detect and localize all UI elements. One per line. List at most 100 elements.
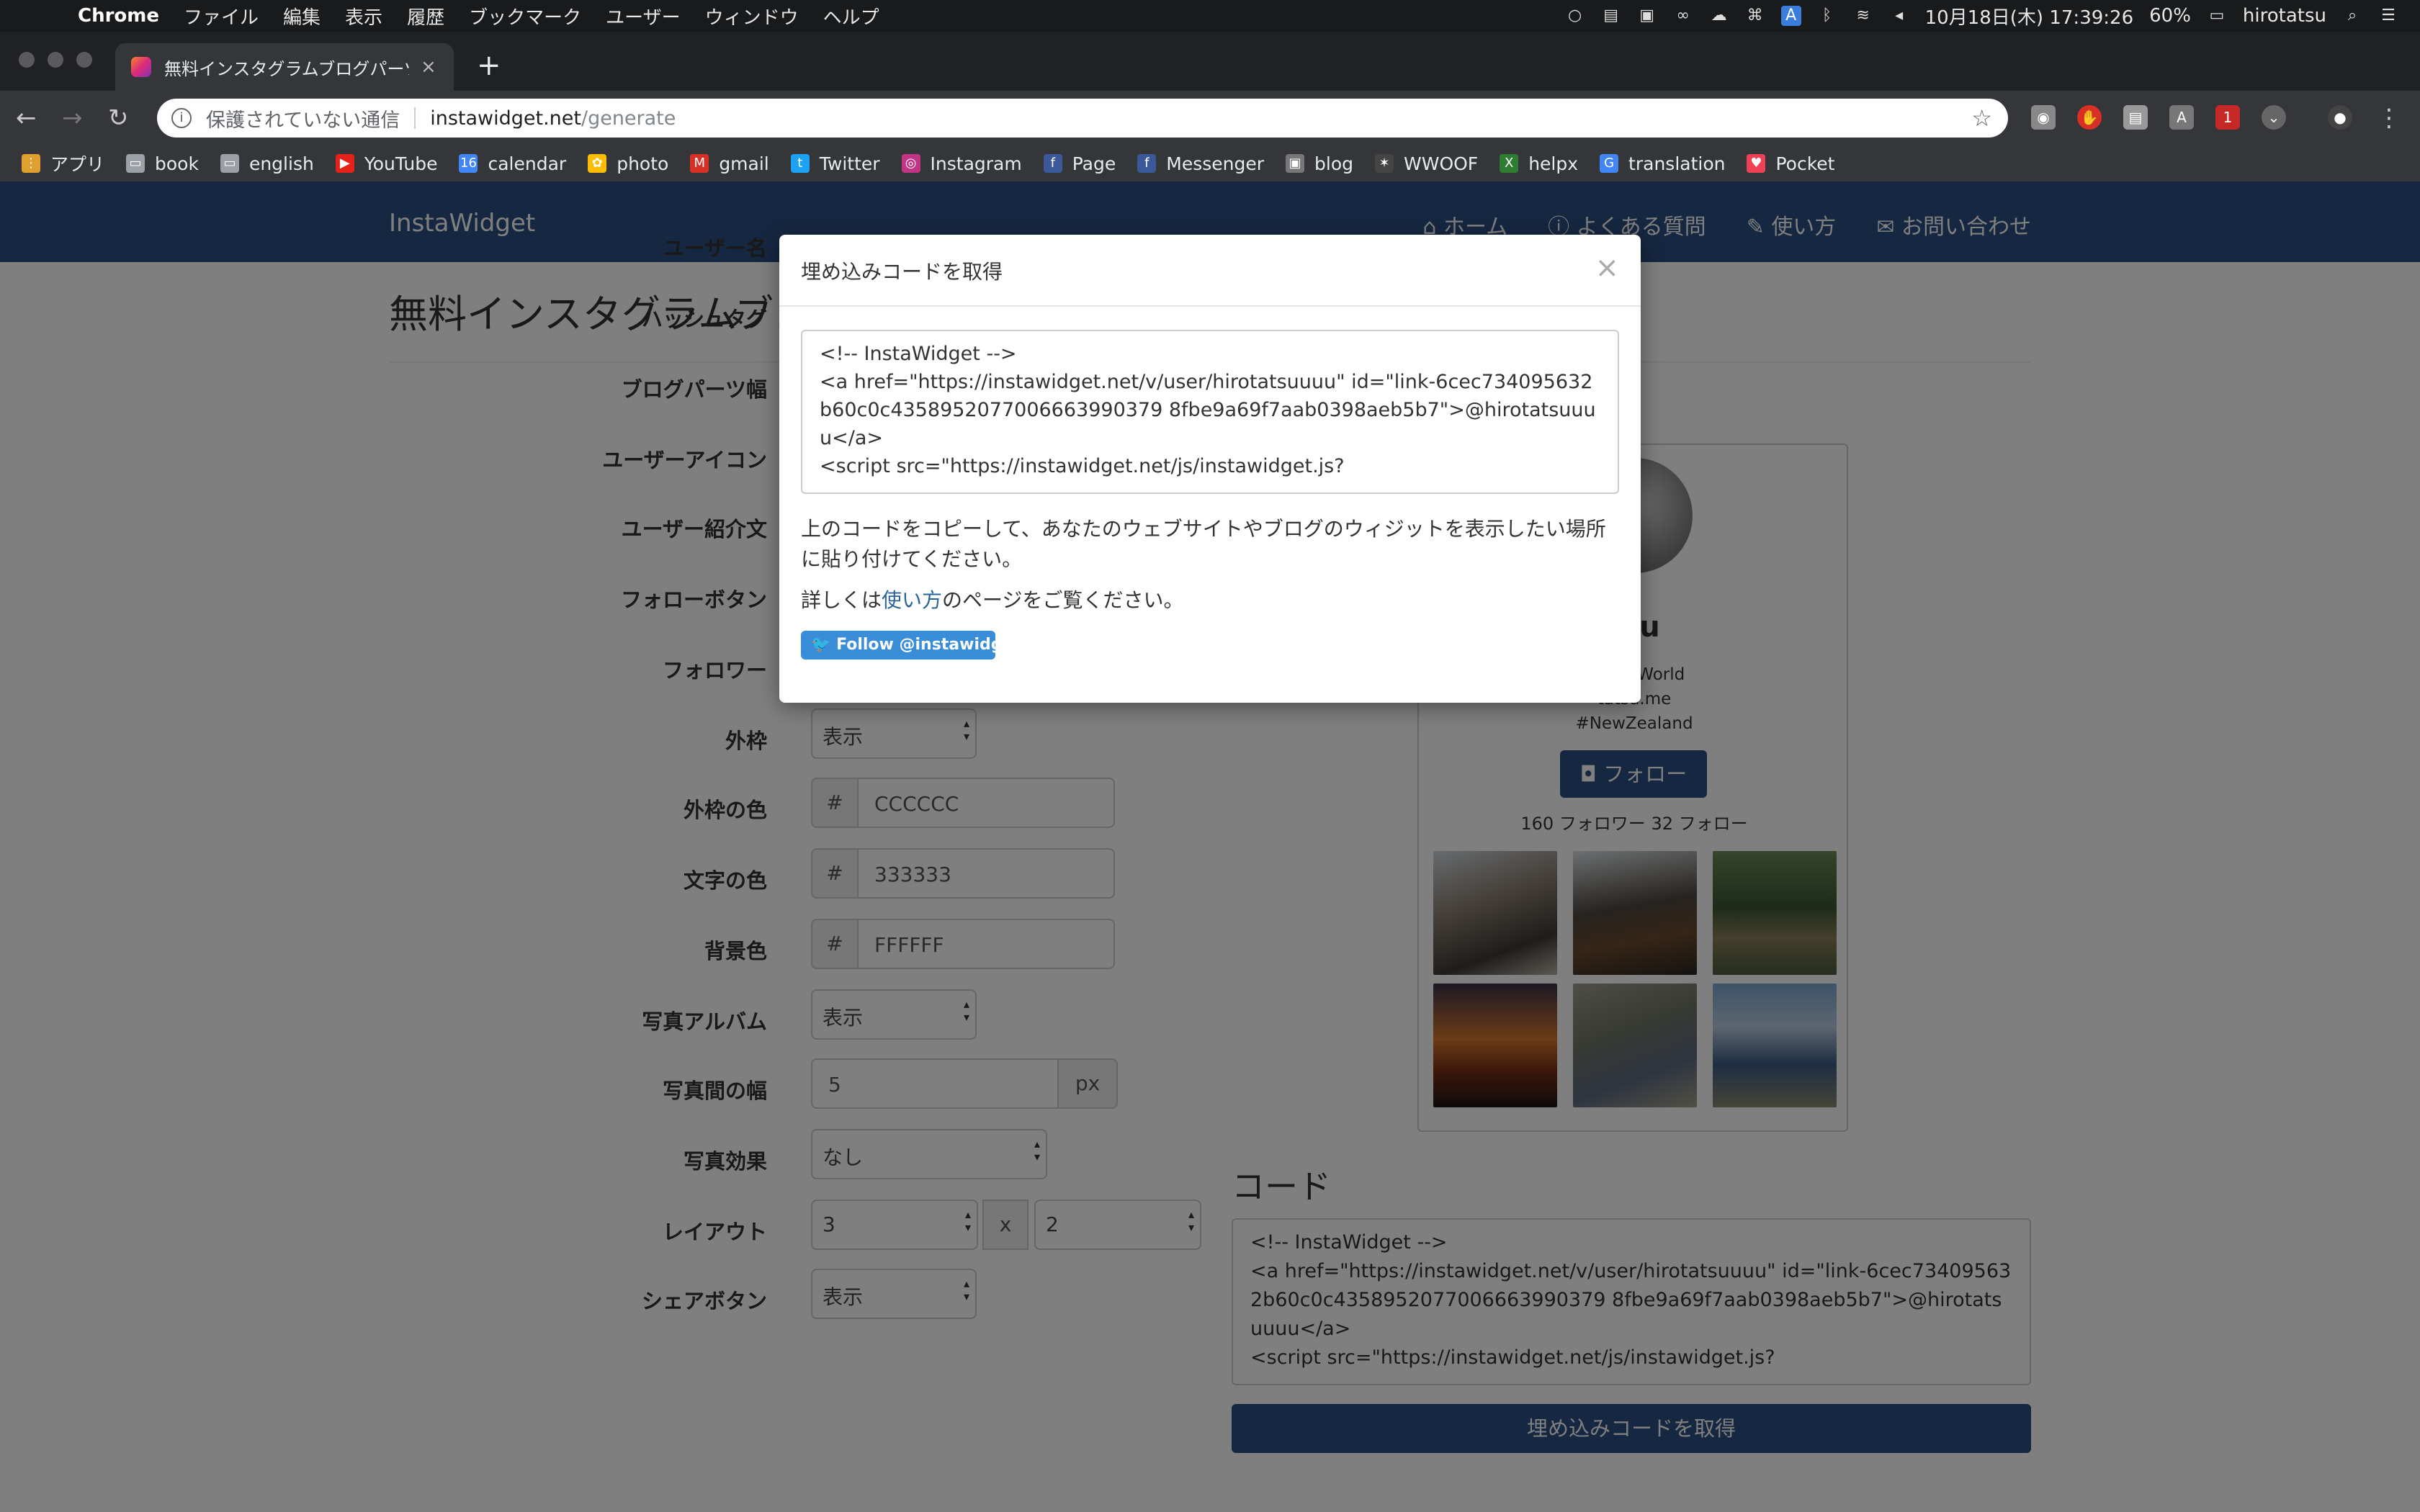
- window-minimize-button[interactable]: [48, 52, 63, 68]
- bookmark-youtube[interactable]: ▶ YouTube: [335, 153, 437, 174]
- extension-pdf-icon[interactable]: A: [2169, 105, 2194, 130]
- youtube-icon: ▶: [335, 154, 354, 173]
- bookmark-translation[interactable]: Gtranslation: [1600, 153, 1725, 174]
- modal-code-textarea[interactable]: <!-- InstaWidget --> <a href="https://in…: [801, 330, 1619, 494]
- input-method-icon[interactable]: A: [1780, 6, 1801, 26]
- address-bar[interactable]: i 保護されていない通信 instawidget.net/generate ☆: [157, 99, 2008, 138]
- profile-avatar[interactable]: ●: [2328, 105, 2352, 130]
- modal-help-text: 詳しくは使い方のページをご覧ください。: [801, 585, 1183, 613]
- folder-icon: ▭: [220, 154, 239, 173]
- bookmark-label: WWOOF: [1404, 153, 1479, 174]
- menubar-user[interactable]: hirotatsu: [2243, 5, 2326, 27]
- bookmark-star-icon[interactable]: ☆: [1971, 104, 1992, 132]
- modal-help-prefix: 詳しくは: [801, 588, 882, 612]
- bluetooth-icon[interactable]: ᛒ: [1817, 6, 1837, 26]
- bookmark-label: Messenger: [1166, 153, 1265, 174]
- menu-file[interactable]: ファイル: [184, 3, 259, 30]
- menu-view[interactable]: 表示: [345, 3, 382, 30]
- reload-icon[interactable]: ↻: [108, 104, 129, 132]
- instagram-icon: ◎: [901, 154, 920, 173]
- volume-icon[interactable]: ◂: [1889, 6, 1909, 26]
- extension-line-icon[interactable]: ◉: [2031, 105, 2056, 130]
- chrome-menu-icon[interactable]: ⋮: [2377, 104, 2401, 132]
- facebook-icon: f: [1137, 154, 1157, 173]
- command-icon[interactable]: ⌘: [1745, 6, 1765, 26]
- menu-help[interactable]: ヘルプ: [823, 3, 879, 30]
- forward-arrow-icon[interactable]: →: [62, 104, 83, 132]
- bookmark-messenger[interactable]: f Messenger: [1137, 153, 1264, 174]
- translate-icon: G: [1600, 154, 1619, 173]
- menu-user[interactable]: ユーザー: [606, 3, 680, 30]
- facebook-icon: f: [1043, 154, 1062, 173]
- info-icon[interactable]: i: [171, 108, 192, 128]
- url-host: instawidget.net: [430, 107, 581, 130]
- bookmark-photo[interactable]: ✿ photo: [588, 153, 668, 174]
- window-close-button[interactable]: [19, 52, 35, 68]
- bookmark-label: アプリ: [50, 154, 105, 175]
- menu-history[interactable]: 履歴: [407, 3, 444, 30]
- twitter-follow-label: Follow @instawidget: [836, 636, 1021, 654]
- bookmark-label: Page: [1072, 153, 1116, 174]
- bookmark-calendar[interactable]: 16 calendar: [459, 153, 566, 174]
- new-tab-button[interactable]: +: [477, 49, 501, 82]
- bookmark-label: photo: [617, 153, 669, 174]
- bookmark-helpx[interactable]: Xhelpx: [1500, 153, 1578, 174]
- wwoof-icon: ✶: [1375, 154, 1394, 173]
- battery-icon[interactable]: ▭: [2207, 6, 2227, 26]
- modal-close-icon[interactable]: ×: [1595, 253, 1619, 282]
- instagram-favicon-icon: [131, 57, 151, 77]
- bookmark-page[interactable]: f Page: [1043, 153, 1116, 174]
- bookmark-twitter[interactable]: t Twitter: [790, 153, 880, 174]
- wifi-icon[interactable]: ≋: [1853, 6, 1873, 26]
- browser-toolbar: ← → ↻ i 保護されていない通信 instawidget.net/gener…: [0, 91, 2420, 145]
- bookmark-label: Instagram: [930, 153, 1022, 174]
- extension-note-icon[interactable]: ▤: [2123, 105, 2148, 130]
- bookmark-label: Twitter: [819, 153, 880, 174]
- tab-close-icon[interactable]: ×: [421, 56, 436, 78]
- bookmark-blog[interactable]: ▣ blog: [1286, 153, 1353, 174]
- status-battery-app-icon[interactable]: ▤: [1601, 6, 1621, 26]
- bookmark-アプリ[interactable]: ⋮ アプリ: [22, 150, 104, 176]
- status-circle-icon[interactable]: ○: [1565, 6, 1585, 26]
- security-status: 保護されていない通信: [206, 109, 400, 132]
- extension-ublock-icon[interactable]: ✋: [2077, 105, 2102, 130]
- bookmark-book[interactable]: ▭ book: [126, 153, 199, 174]
- extension-pocket-icon[interactable]: ⌄: [2262, 105, 2286, 130]
- bookmark-label: Pocket: [1775, 153, 1835, 174]
- blog-icon: ▣: [1286, 154, 1305, 173]
- bookmark-wwoof[interactable]: ✶ WWOOF: [1375, 153, 1478, 174]
- cloud-icon[interactable]: ☁: [1709, 6, 1729, 26]
- twitter-follow-button[interactable]: 🐦 Follow @instawidget: [801, 631, 1021, 660]
- menu-window[interactable]: ウィンドウ: [705, 3, 799, 30]
- modal-instructions: 上のコードをコピーして、あなたのウェブサイトやブログのウィジットを表示したい場所…: [801, 517, 1606, 571]
- howto-link[interactable]: 使い方: [882, 588, 942, 612]
- clipboard-icon[interactable]: ▣: [1637, 6, 1657, 26]
- bookmark-label: helpx: [1528, 153, 1579, 174]
- helpx-icon: X: [1500, 154, 1519, 173]
- url-path: /generate: [581, 107, 676, 130]
- modal-help-suffix: のページをご覧ください。: [942, 588, 1184, 612]
- menu-app-name[interactable]: Chrome: [78, 5, 159, 27]
- glasses-icon[interactable]: ∞: [1673, 6, 1693, 26]
- spotlight-search-icon[interactable]: ⌕: [2342, 6, 2362, 26]
- calendar-icon: 16: [459, 154, 478, 173]
- battery-percent[interactable]: 60%: [2149, 5, 2191, 27]
- bookmark-gmail[interactable]: Mgmail: [690, 153, 769, 174]
- tab-strip: 無料インスタグラムブログパーツ作 × +: [0, 32, 2420, 91]
- photos-icon: ✿: [588, 154, 607, 173]
- menu-bookmarks[interactable]: ブックマーク: [469, 3, 581, 30]
- bookmark-pocket[interactable]: ♥ Pocket: [1747, 153, 1834, 174]
- menu-edit[interactable]: 編集: [283, 3, 321, 30]
- bookmark-instagram[interactable]: ◎ Instagram: [901, 153, 1022, 174]
- browser-tab-active[interactable]: 無料インスタグラムブログパーツ作 ×: [115, 43, 454, 91]
- extension-calendar-icon[interactable]: 1: [2215, 105, 2240, 130]
- embed-code-modal: 埋め込みコードを取得 × <!-- InstaWidget --> <a hre…: [779, 235, 1641, 703]
- window-zoom-button[interactable]: [76, 52, 92, 68]
- clock[interactable]: 10月18日(木) 17:39:26: [1925, 3, 2134, 30]
- bookmark-label: blog: [1314, 153, 1354, 174]
- bookmark-english[interactable]: ▭ english: [220, 153, 314, 174]
- notification-center-icon[interactable]: ☰: [2378, 6, 2398, 26]
- back-arrow-icon[interactable]: ←: [16, 104, 37, 132]
- bookmark-label: gmail: [719, 153, 769, 174]
- twitter-icon: 🐦: [811, 636, 837, 654]
